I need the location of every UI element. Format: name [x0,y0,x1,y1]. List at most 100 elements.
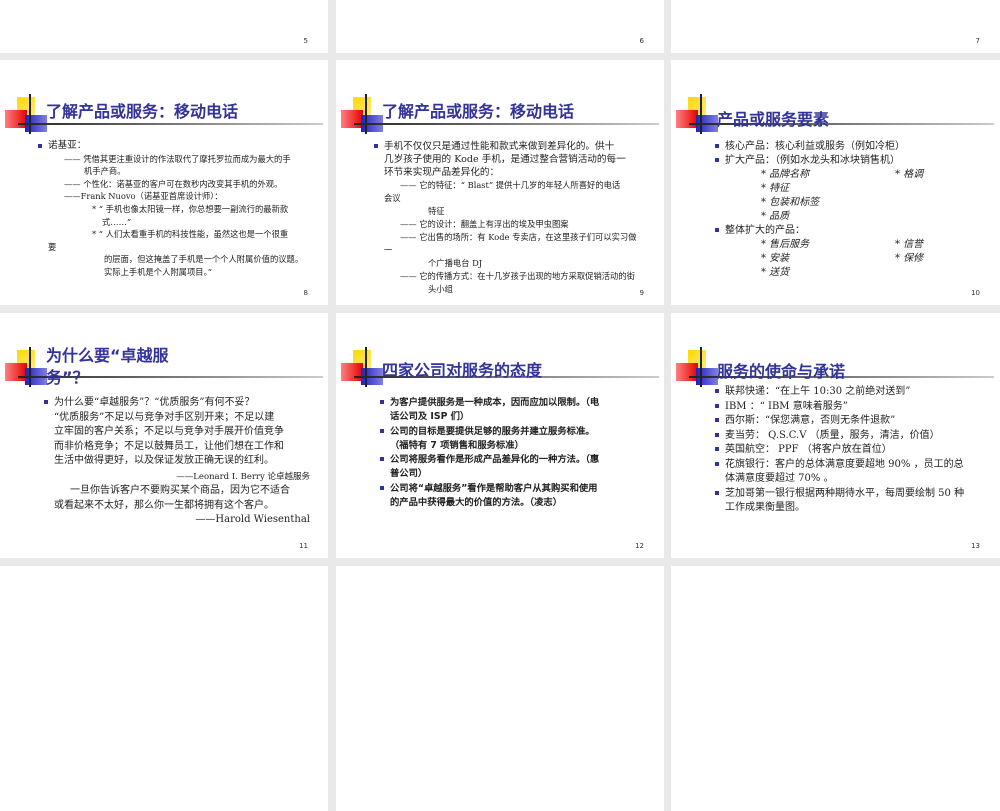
line-text: 英国航空： PPF （将客户放在首位） [725,444,892,455]
line-text: （福特有 7 项销售和服务标准） [390,439,524,451]
line-text: 工作成果衡量图。 [725,502,805,513]
text-line: 要 [48,241,318,254]
line-text: 立牢固的客户关系；不足以与竞争对手展开价值竞争 [54,426,284,437]
line-text: IBM ：“ IBM 意味着服务” [725,400,848,412]
text-line: ——Frank Nuovo（诺基亚首席设计师）： [64,190,318,203]
line-text: 的产品中获得最大的价值的方法。（凌志） [390,497,562,509]
line-text: 整体扩大的产品： [725,225,805,236]
slide-number: 13 [971,542,980,550]
line-text: 公司将服务看作是形成产品差异化的一种方法。（惠 [390,454,600,466]
text-line: 几岁孩子使用的 Kode 手机，是通过整合营销活动的每一 [384,153,654,166]
text-line: 的产品中获得最大的价值的方法。（凌志） [390,496,654,510]
line-text: 核心产品：核心利益或服务（例如冷柜） [725,141,905,152]
slide-thumbnail[interactable]: 为什么要“卓越服 务”？ 为什么要“卓越服务”？“优质服务”有何不妥？ “优质服务”不… [0,313,328,558]
text-line: ——Harold Wiesenthal [0,513,310,528]
slide-thumbnail[interactable]: 了解产品或服务：移动电话诺基亚： —— 凭借其更注重设计的作法取代了摩托罗拉而成为… [0,60,328,305]
slide-thumbnail[interactable]: 四家公司对服务的态度 为客户提供服务是一种成本，因而应加以限制。（电 话公司及 IS… [336,313,664,558]
slide-number: 5 [303,37,308,45]
slide-title: 服务的使命与承诺 [717,362,846,381]
line-text: —— 凭借其更注重设计的作法取代了摩托罗拉而成为最大的手 [64,153,291,164]
bullet-item: 诺基亚： [38,140,318,153]
slide-thumbnail[interactable]: 5 [0,0,328,53]
line-text: 一 [384,245,393,255]
text-line: —— 它的设计：翻盖上有浮出的埃及甲虫图案 [400,218,654,231]
line-text: 麦当劳： Q.S.C.V （质量，服务，清洁，价值） [725,429,940,441]
text-line: * “ 手机也像太阳镜一样，你总想要一副流行的最新款 [92,203,318,216]
text-line: * 送货 [761,266,990,280]
text-line: 一 [384,244,654,257]
slide-title: 为什么要“卓越服 务”？ [46,345,169,389]
slide-thumbnail[interactable] [336,566,664,811]
bullet-item: 公司将“卓越服务”看作是帮助客户从其购买和使用 [380,482,654,496]
bullet-item: 花旗银行：客户的总体满意度要超地 90% ，员工的总 [715,458,990,473]
line-text: 要 [48,241,57,252]
bullet-item: IBM ：“ IBM 意味着服务” [715,400,990,415]
text-line: 立牢固的客户关系；不足以与竞争对手展开价值竞争 [54,425,318,440]
slide-title: 了解产品或服务：移动电话 [46,102,239,121]
bullet-item: 联邦快递：“在上午 10:30 之前绝对送到” [715,385,990,400]
text-line: 个广播电台 DJ [428,257,654,270]
text-line: 普公司） [390,467,654,481]
line-text-col2: * 格调 [895,169,924,180]
text-line: 机手产商。 [84,165,318,178]
line-text: “优质服务”不足以与竞争对手区别开来；不足以建 [54,411,275,423]
bullet-item: 手机不仅仅只是通过性能和款式来做到差异化的。供十 [374,140,654,153]
line-text: * “ 人们太看重手机的科技性能，虽然这也是一个很重 [92,229,289,240]
text-line: 或看起来不太好，那么你一生都将拥有这个客户。 [54,499,318,514]
title-decoration [336,60,664,140]
line-text: ——Harold Wiesenthal [195,514,310,525]
slide-body: 核心产品：核心利益或服务（例如冷柜） 扩大产品：（例如水龙头和冰块销售机） * 品牌… [671,140,990,280]
text-line: 体满意度要超过 70% 。 [725,472,990,487]
text-line: 实际上手机是个人附属项目。” [104,266,318,279]
line-text: 为什么要“卓越服务”？“优质服务”有何不妥？ [54,397,255,408]
line-text: 个广播电台 DJ [428,258,483,268]
text-line: “优质服务”不足以与竞争对手区别开来；不足以建 [54,411,318,426]
text-line: 式……” [102,216,318,229]
text-line: * 品牌名称 * 格调 [761,168,990,182]
line-text: 话公司及 ISP 们） [390,411,470,423]
slide-thumbnail[interactable] [671,566,1000,811]
text-line: 头小组 [428,283,654,296]
slide-thumbnail[interactable]: 产品或服务要素 核心产品：核心利益或服务（例如冷柜） 扩大产品：（例如水龙头和冰块销… [671,60,1000,305]
slide-body: 诺基亚： —— 凭借其更注重设计的作法取代了摩托罗拉而成为最大的手 机手产商。 —— … [0,140,318,279]
line-text: 一旦你告诉客户不要购买某个商品，因为它不适合 [70,485,290,496]
slide-thumbnail[interactable]: 口味或款式的差异（Tostitos 带有 ChiChi 的调味料；宜家的斯堪的那… [336,0,664,53]
slide-body: 为什么要“卓越服务”？“优质服务”有何不妥？ “优质服务”不足以与竞争对手区别开来… [0,396,318,528]
line-text: * 特征 [761,183,790,194]
text-line: ——Leonard I. Berry 论卓越服务 [0,469,310,485]
line-text: 扩大产品：（例如水龙头和冰块销售机） [725,155,900,166]
line-text: 普公司） [390,468,428,480]
line-text: * 包装和标签 [761,197,820,208]
line-text: —— 它出售的场所：有 Kode 专卖店，在这里孩子们可以实习做 [400,232,637,242]
text-line: （福特有 7 项销售和服务标准） [390,439,654,453]
slide-thumbnail[interactable] [0,566,328,811]
line-text-col2: * 保修 [895,253,924,264]
text-line: * 售后服务 * 信誉 [761,238,990,252]
line-text: * 安装 [761,253,790,264]
line-text: * 送货 [761,267,790,278]
bullet-item: 整体扩大的产品： [715,224,990,238]
slide-thumbnail[interactable]: 服务的使命与承诺联邦快递：“在上午 10:30 之前绝对送到” IBM ：“ IB… [671,313,1000,558]
line-text: —— 它的传播方式：在十几岁孩子出现的地方采取促销活动的街 [400,271,635,281]
slide-number: 10 [971,289,980,297]
text-line: —— 它的传播方式：在十几岁孩子出现的地方采取促销活动的街 [400,270,654,283]
line-text: —— 它的设计：翻盖上有浮出的埃及甲虫图案 [400,219,569,229]
slide-thumbnail[interactable]: —— 海尔和 CCT 生产出世界上最轻的电话，这种电话提供给消费者的是性能还是款… [671,0,1000,53]
slide-body: 联邦快递：“在上午 10:30 之前绝对送到” IBM ：“ IBM 意味着服务”… [671,385,990,516]
line-text: 式……” [102,216,132,227]
line-text: 会议 [384,193,401,203]
line-text: ——Frank Nuovo（诺基亚首席设计师）： [64,191,223,202]
line-text: 几岁孩子使用的 Kode 手机，是通过整合营销活动的每一 [384,154,626,165]
line-text: 特征 [428,206,445,216]
text-line: 工作成果衡量图。 [725,501,990,516]
line-text: 生活中做得更好，以及保证发放正确无误的红利。 [54,455,274,466]
line-text: 公司将“卓越服务”看作是帮助客户从其购买和使用 [390,482,598,494]
line-text: 花旗银行：客户的总体满意度要超地 90% ，员工的总 [725,458,964,470]
line-text: 环节来实现产品差异化的： [384,167,500,178]
title-decoration [0,60,328,140]
text-line: * 特征 [761,182,990,196]
text-line: * 包装和标签 [761,196,990,210]
slide-number: 11 [299,542,308,550]
text-line: —— 它出售的场所：有 Kode 专卖店，在这里孩子们可以实习做 [400,231,654,244]
slide-thumbnail[interactable]: 了解产品或服务：移动电话 手机不仅仅只是通过性能和款式来做到差异化的。供十 几岁孩子… [336,60,664,305]
